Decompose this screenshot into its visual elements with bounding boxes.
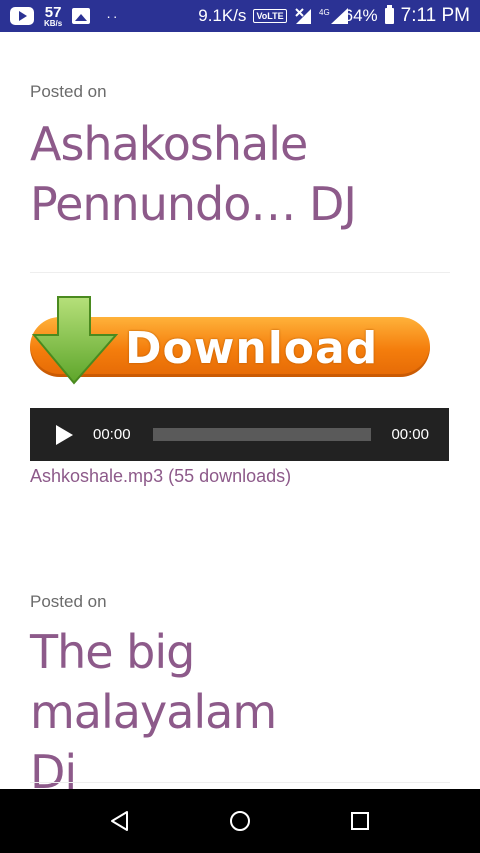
post-title-link[interactable]: The big malayalam Dj [30, 622, 450, 802]
no-signal-icon [294, 7, 312, 25]
more-notifications-icon: ·· [106, 8, 120, 24]
posted-on-label: Posted on [30, 592, 107, 611]
post-title-line: The big malayalam [30, 625, 277, 739]
status-bar: 57 KB/s ·· 9.1K/s VoLTE 4G 64% 7:11 PM [0, 0, 480, 32]
download-label: Download [125, 323, 379, 374]
net-speed-indicator: 57 KB/s [44, 5, 62, 28]
signal-4g-icon: 4G [319, 7, 348, 25]
post-title-line: Pennundo… DJ [30, 177, 357, 231]
progress-track[interactable] [152, 428, 371, 441]
youtube-icon [10, 7, 34, 25]
net-speed-unit: KB/s [44, 18, 63, 28]
duration: 00:00 [391, 426, 429, 443]
download-file-link[interactable]: Ashkoshale.mp3 (55 downloads) [30, 466, 291, 487]
download-button[interactable]: Download [30, 296, 430, 385]
post-title-line: Ashakoshale [30, 117, 308, 171]
post-title-link[interactable]: Ashakoshale Pennundo… DJ [30, 114, 450, 234]
recents-icon[interactable] [348, 809, 372, 833]
current-time: 00:00 [93, 426, 131, 443]
divider [30, 782, 450, 783]
battery-icon [384, 5, 394, 24]
download-arrow-icon [32, 296, 119, 385]
play-icon[interactable] [56, 424, 73, 445]
battery-percent: 64% [343, 6, 378, 25]
net-speed-value: 57 [44, 3, 62, 21]
navigation-bar [0, 789, 480, 853]
clock: 7:11 PM [400, 5, 470, 26]
data-speed: 9.1K/s [198, 6, 247, 25]
network-type: 4G [319, 8, 330, 17]
volte-badge: VoLTE [253, 9, 287, 23]
posted-on-label: Posted on [30, 82, 107, 101]
gallery-icon [72, 8, 91, 24]
back-icon[interactable] [108, 809, 132, 833]
divider [30, 272, 450, 273]
audio-player: 00:00 00:00 [30, 408, 449, 461]
home-icon[interactable] [228, 809, 252, 833]
